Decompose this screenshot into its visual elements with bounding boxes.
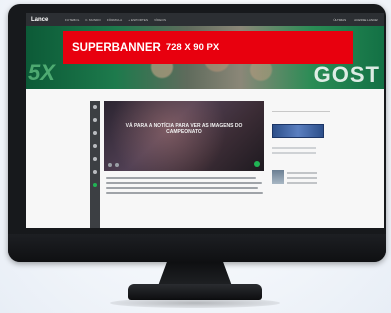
- text-line: [106, 187, 258, 189]
- share-sidebar: [90, 101, 100, 228]
- text-line: [287, 182, 317, 184]
- sidebar-card-thumbnail: [272, 170, 284, 184]
- clock-icon: [108, 163, 112, 167]
- site-navbar: Lance FUTEBOL F. MUNDO FÓRMULA + ESPORTE…: [26, 13, 384, 26]
- whatsapp-icon[interactable]: [93, 183, 97, 187]
- account-link[interactable]: ACESSE LANCE!: [354, 18, 378, 22]
- user-icon: [115, 163, 119, 167]
- article-meta-icons: [108, 163, 119, 167]
- page-content: VÁ PARA A NOTÍCIA PARA VER AS IMAGENS DO…: [26, 89, 384, 228]
- play-icon[interactable]: [254, 161, 260, 167]
- hero-left-text: 5X: [28, 60, 55, 85]
- text-line: [272, 147, 316, 149]
- latest-link[interactable]: ÚLTIMAS: [333, 18, 346, 22]
- sidebar-card[interactable]: [272, 170, 330, 184]
- nav-item-4[interactable]: VÍDEOS: [154, 18, 166, 22]
- nav-item-3[interactable]: + ESPORTES: [128, 18, 148, 22]
- email-icon[interactable]: [93, 144, 97, 148]
- monitor-stand-neck: [158, 262, 232, 286]
- print-icon[interactable]: [93, 157, 97, 161]
- text-line: [287, 177, 317, 179]
- sidebar-card-text: [287, 170, 317, 184]
- monitor-screen: Lance FUTEBOL F. MUNDO FÓRMULA + ESPORTE…: [26, 13, 384, 228]
- text-line: [106, 182, 262, 184]
- article-hero-image[interactable]: VÁ PARA A NOTÍCIA PARA VER AS IMAGENS DO…: [104, 101, 264, 171]
- sidebar-ad[interactable]: [272, 124, 324, 138]
- article-title: VÁ PARA A NOTÍCIA PARA VER AS IMAGENS DO…: [125, 123, 243, 135]
- nav-item-1[interactable]: F. MUNDO: [86, 18, 101, 22]
- text-line: [287, 172, 317, 174]
- googleplus-icon[interactable]: [93, 131, 97, 135]
- monitor-chin: [8, 234, 386, 262]
- banner-title: SUPERBANNER: [72, 41, 161, 54]
- sidebar-text: [272, 147, 330, 154]
- superbanner-ad[interactable]: SUPERBANNER 728 X 90 PX: [63, 31, 353, 64]
- comment-icon[interactable]: [93, 170, 97, 174]
- nav-item-0[interactable]: FUTEBOL: [65, 18, 80, 22]
- banner-size: 728 X 90 PX: [165, 42, 220, 53]
- stand-shadow: [110, 298, 280, 308]
- nav-item-2[interactable]: FÓRMULA: [107, 18, 122, 22]
- nav-right: ÚLTIMAS ACESSE LANCE!: [333, 18, 378, 22]
- site-logo[interactable]: Lance: [31, 17, 65, 23]
- right-sidebar: [272, 111, 330, 228]
- text-line: [106, 177, 256, 179]
- text-line: [272, 152, 316, 154]
- text-line: [106, 192, 263, 194]
- twitter-icon[interactable]: [93, 118, 97, 122]
- facebook-icon[interactable]: [93, 105, 97, 109]
- article-body-text: [106, 177, 264, 194]
- sidebar-divider: [272, 111, 330, 112]
- hero-right-text: GOST: [313, 62, 380, 87]
